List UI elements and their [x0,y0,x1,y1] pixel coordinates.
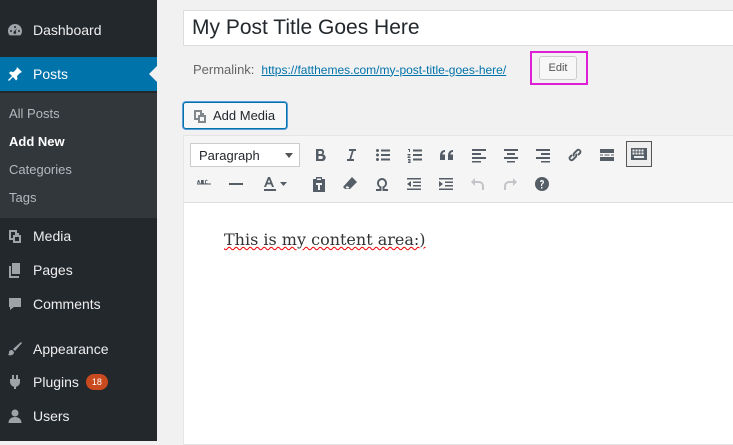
appearance-icon [7,341,23,357]
clear-formatting-button[interactable] [338,172,362,196]
permalink-label: Permalink: [193,62,255,77]
media-icon [7,228,23,244]
chevron-down-icon [285,153,293,158]
permalink-row: Permalink: https://fatthemes.com/my-post… [193,62,506,77]
link-icon[interactable] [563,143,587,167]
horizontal-line-button[interactable] [224,172,248,196]
sidebar-item-comments[interactable]: Comments [0,287,157,321]
submenu-categories[interactable]: Categories [9,162,72,177]
align-left-button[interactable] [467,143,491,167]
blockquote-button[interactable] [435,143,459,167]
toolbar-toggle-button[interactable] [626,141,652,167]
numbered-list-button[interactable] [403,143,427,167]
admin-sidebar: Dashboard Posts All Posts Add New Catego… [0,0,157,441]
edit-permalink-button[interactable]: Edit [539,56,577,80]
sidebar-item-label: Posts [33,66,69,82]
format-select-value: Paragraph [199,147,260,163]
align-center-button[interactable] [499,143,523,167]
undo-button[interactable] [466,172,490,196]
sidebar-item-pages[interactable]: Pages [0,253,157,287]
users-icon [7,408,23,424]
read-more-button[interactable] [595,143,619,167]
sidebar-item-plugins[interactable]: Plugins 18 [0,365,157,399]
sidebar-item-label: Comments [33,296,101,312]
add-media-label: Add Media [213,108,276,123]
bullet-list-button[interactable] [371,143,395,167]
pages-icon [7,262,23,278]
indent-button[interactable] [434,172,458,196]
sidebar-item-media[interactable]: Media [0,219,157,253]
post-title-text: My Post Title Goes Here [192,16,420,39]
sidebar-item-label: Plugins [33,374,79,390]
strikethrough-button[interactable] [192,172,216,196]
redo-button[interactable] [498,172,522,196]
sidebar-item-label: Media [33,228,72,244]
comments-icon [7,296,23,312]
content-text: This is my content area:) [224,230,426,249]
align-right-button[interactable] [531,143,555,167]
format-select[interactable]: Paragraph [190,143,300,167]
editor-toolbar: Paragraph [184,136,733,203]
post-title-input[interactable]: My Post Title Goes Here [183,10,733,46]
submenu-all-posts[interactable]: All Posts [9,106,60,121]
plugins-icon [7,374,23,390]
outdent-button[interactable] [402,172,426,196]
plugins-update-badge: 18 [85,374,108,390]
sidebar-item-label: Appearance [33,341,109,357]
help-icon[interactable] [530,172,554,196]
paste-as-text-button[interactable] [307,172,331,196]
sidebar-item-label: Dashboard [33,22,102,38]
sidebar-item-posts[interactable]: Posts [0,57,157,91]
active-indicator [149,66,157,82]
add-media-button[interactable]: Add Media [183,102,287,129]
italic-button[interactable] [339,143,363,167]
text-color-button[interactable] [256,172,296,196]
sidebar-item-dashboard[interactable]: Dashboard [0,13,157,47]
special-character-button[interactable] [370,172,394,196]
sidebar-item-appearance[interactable]: Appearance [0,332,157,366]
sidebar-item-label: Users [33,408,70,424]
submenu-add-new[interactable]: Add New [9,134,65,149]
pushpin-icon [7,66,23,82]
dashboard-icon [7,22,23,38]
sidebar-item-label: Pages [33,262,73,278]
sidebar-item-users[interactable]: Users [0,399,157,433]
submenu-tags[interactable]: Tags [9,190,36,205]
permalink-link[interactable]: https://fatthemes.com/my-post-title-goes… [261,63,506,77]
bold-button[interactable] [308,143,332,167]
media-icon [194,109,206,123]
posts-submenu: All Posts Add New Categories Tags [0,93,157,218]
editor-content-area[interactable]: This is my content area:) [224,230,426,249]
post-editor: Paragraph This is my content area:) [183,135,733,445]
